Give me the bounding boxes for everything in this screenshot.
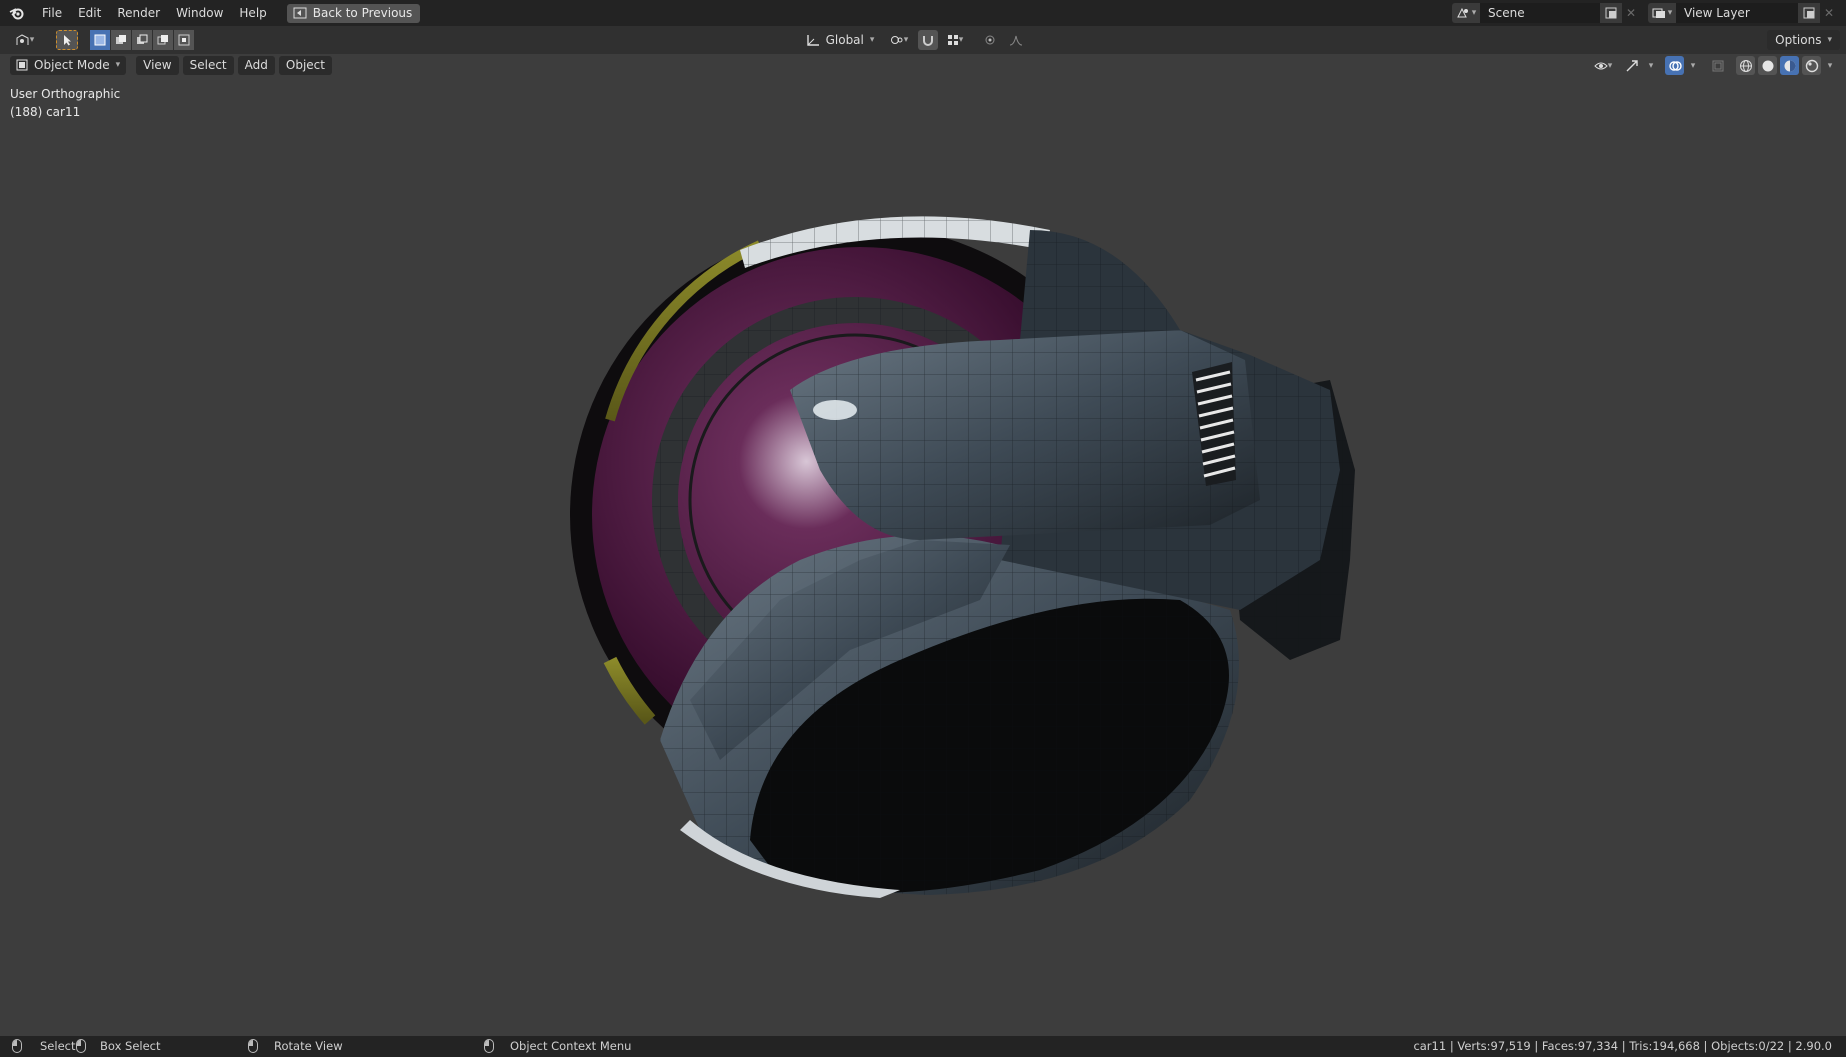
menu-select[interactable]: Select <box>182 55 234 75</box>
menu-edit[interactable]: Edit <box>70 0 109 26</box>
menu-file[interactable]: File <box>34 0 70 26</box>
viewport-header: Object Mode ▾ View Select Add Object ▾ ▾… <box>0 54 1846 76</box>
xray-toggle-icon[interactable] <box>1708 56 1727 75</box>
delete-view-layer-icon[interactable]: ✕ <box>1820 3 1838 23</box>
new-scene-icon[interactable] <box>1600 3 1622 23</box>
drag-mouse-icon <box>76 1039 86 1053</box>
menu-object[interactable]: Object <box>278 55 332 75</box>
status-rotate-label: Rotate View <box>274 1039 343 1053</box>
status-box-select-hint: Box Select <box>76 1039 161 1053</box>
overlays-dropdown-icon[interactable]: ▾ <box>1687 56 1699 75</box>
left-mouse-icon <box>12 1039 22 1053</box>
status-bar: Select Box Select Rotate View Object Con… <box>0 1036 1846 1057</box>
transform-orientation-dropdown[interactable]: Global ▾ <box>800 30 880 50</box>
status-rotate-hint: Rotate View <box>248 1039 343 1053</box>
select-mode-invert-icon[interactable] <box>153 30 173 50</box>
gizmo-toggle-icon[interactable] <box>1621 56 1643 75</box>
editor-type-icon[interactable]: ▾ <box>10 30 40 50</box>
select-mode-new-icon[interactable] <box>90 30 110 50</box>
gizmo-dropdown-icon[interactable]: ▾ <box>1646 56 1656 75</box>
car-model-render <box>570 216 1355 898</box>
object-mode-dropdown[interactable]: Object Mode ▾ <box>10 55 127 75</box>
back-icon <box>293 7 307 19</box>
menu-view[interactable]: View <box>136 55 179 75</box>
overlays-toggle-icon[interactable] <box>1665 56 1684 75</box>
back-to-previous-button[interactable]: Back to Previous <box>286 3 421 23</box>
status-context-menu-hint: Object Context Menu <box>484 1039 631 1053</box>
menu-render[interactable]: Render <box>109 0 168 26</box>
tool-settings-bar: ▾ Global ▾ ▾ ▾ Options ▾ <box>0 26 1846 54</box>
shading-solid-icon[interactable] <box>1758 56 1777 75</box>
scene-statistics: car11 | Verts:97,519 | Faces:97,334 | Tr… <box>1413 1039 1832 1053</box>
blender-logo-icon[interactable] <box>0 0 34 26</box>
view-layer-name-field[interactable]: View Layer <box>1676 3 1798 23</box>
menu-help[interactable]: Help <box>231 0 274 26</box>
object-mode-icon <box>16 59 28 71</box>
shading-rendered-icon[interactable] <box>1802 56 1821 75</box>
scene-icon[interactable]: ▾ <box>1452 3 1480 23</box>
top-bar: File Edit Render Window Help Back to Pre… <box>0 0 1846 26</box>
options-label: Options <box>1775 33 1822 47</box>
options-dropdown[interactable]: Options ▾ <box>1767 30 1840 50</box>
snap-toggle-icon[interactable] <box>918 30 938 50</box>
3d-viewport[interactable] <box>0 76 1846 1036</box>
proportional-editing-icon[interactable] <box>980 30 1000 50</box>
axis-icon <box>806 35 819 46</box>
right-mouse-icon <box>484 1039 494 1053</box>
middle-mouse-icon <box>248 1039 258 1053</box>
transform-orientation-label: Global <box>825 33 864 47</box>
snap-target-icon[interactable]: ▾ <box>942 30 968 50</box>
status-select-label: Select <box>40 1039 76 1053</box>
visibility-icon[interactable]: ▾ <box>1588 56 1618 75</box>
menu-add[interactable]: Add <box>237 55 275 75</box>
menu-window[interactable]: Window <box>168 0 231 26</box>
delete-scene-icon[interactable]: ✕ <box>1622 3 1640 23</box>
select-tool-icon[interactable] <box>56 30 78 50</box>
view-layer-selector[interactable]: ▾ View Layer ✕ <box>1648 3 1838 23</box>
pivot-point-icon[interactable]: ▾ <box>884 30 914 50</box>
scene-selector[interactable]: ▾ Scene ✕ <box>1452 3 1640 23</box>
view-layer-icon[interactable]: ▾ <box>1648 3 1676 23</box>
back-to-previous-label: Back to Previous <box>312 6 413 20</box>
select-mode-intersect-icon[interactable] <box>174 30 194 50</box>
object-mode-label: Object Mode <box>34 58 110 72</box>
select-mode-extend-icon[interactable] <box>111 30 131 50</box>
status-select-hint: Select <box>12 1039 75 1053</box>
status-box-select-label: Box Select <box>100 1039 161 1053</box>
shading-material-preview-icon[interactable] <box>1780 56 1799 75</box>
scene-name-field[interactable]: Scene <box>1480 3 1600 23</box>
shading-dropdown-icon[interactable]: ▾ <box>1824 56 1836 75</box>
shading-wireframe-icon[interactable] <box>1736 56 1755 75</box>
new-view-layer-icon[interactable] <box>1798 3 1820 23</box>
select-mode-subtract-icon[interactable] <box>132 30 152 50</box>
falloff-icon[interactable] <box>1004 30 1028 50</box>
status-context-menu-label: Object Context Menu <box>510 1039 632 1053</box>
